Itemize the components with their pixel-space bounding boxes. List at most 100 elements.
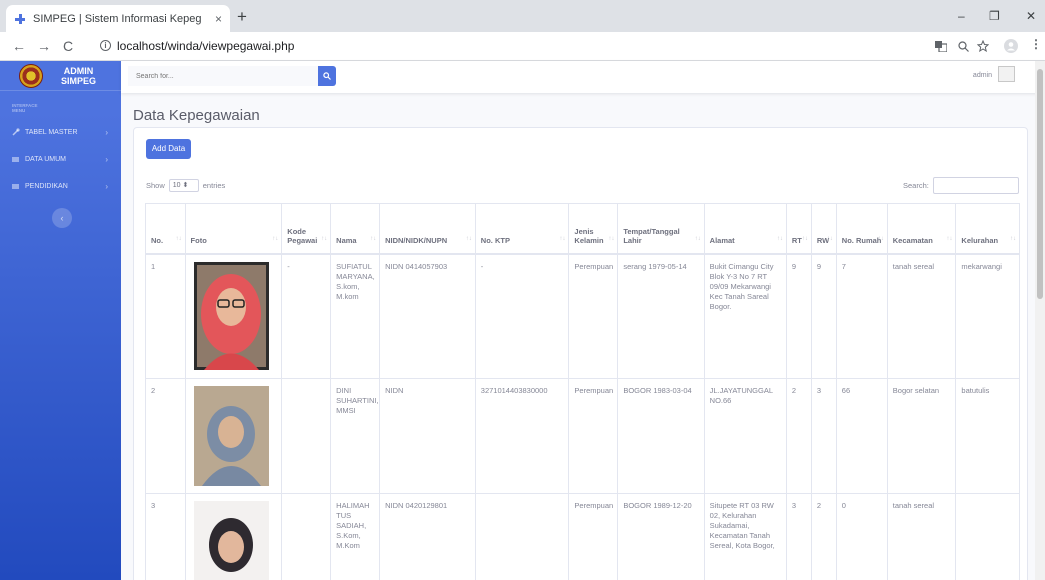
cell-ktp <box>474 493 570 580</box>
sidebar-brand[interactable]: ADMIN SIMPEG <box>0 61 121 91</box>
cell-ttl: BOGOR 1989-12-20 <box>617 493 705 580</box>
cell-rt: 2 <box>785 378 812 494</box>
info-icon[interactable]: i <box>100 40 111 51</box>
column-header[interactable]: No. KTP ↑↓ <box>474 203 570 255</box>
sidebar: ADMIN SIMPEG INTERFACE MENU TABEL MASTER… <box>0 61 121 580</box>
browser-tab[interactable]: SIMPEG | Sistem Informasi Kepeg × <box>6 5 230 32</box>
table-row: 3 HALIMAH TUS SADIAH, S.Kom, M.Kom NIDN … <box>145 493 1020 580</box>
page-scrollbar[interactable] <box>1035 61 1045 580</box>
sidebar-item-label: TABEL MASTER <box>25 128 78 136</box>
search-button[interactable] <box>318 66 336 86</box>
page-title: Data Kepegawaian <box>133 107 260 124</box>
column-header[interactable]: Foto ↑↓ <box>184 203 283 255</box>
sort-icon: ↑↓ <box>272 235 279 242</box>
table-search-input[interactable] <box>933 177 1019 194</box>
tab-close-icon[interactable]: × <box>215 12 222 26</box>
column-header[interactable]: Nama ↑↓ <box>330 203 381 255</box>
cell-rw: 3 <box>810 378 837 494</box>
user-name[interactable]: admin <box>973 72 992 79</box>
browser-tab-bar: SIMPEG | Sistem Informasi Kepeg × + – ❐ … <box>0 0 1045 32</box>
cell-ktp: 3271014403830000 <box>474 378 570 494</box>
column-header[interactable]: NIDN/NIDK/NUPN ↑↓ <box>379 203 476 255</box>
new-tab-icon[interactable]: + <box>237 7 247 27</box>
sort-icon: ↑↓ <box>321 235 328 242</box>
restore-icon[interactable]: ❐ <box>989 9 1000 23</box>
column-header[interactable]: No. Rumah ↑↓ <box>835 203 888 255</box>
cell-nama: DINI SUHARTINI, MMSI <box>330 378 381 494</box>
cell-rt: 9 <box>785 253 812 379</box>
profile-icon[interactable] <box>1004 39 1018 53</box>
topbar-search-input[interactable] <box>128 66 318 86</box>
folder-icon <box>12 183 19 189</box>
cell-nidn: NIDN <box>379 378 476 494</box>
cell-no: 2 <box>145 378 186 494</box>
cell-no-rumah: 7 <box>835 253 888 379</box>
back-icon[interactable]: ← <box>12 38 26 54</box>
cell-kelurahan: batutulis <box>955 378 1020 494</box>
folder-icon <box>12 156 19 162</box>
cell-rw: 2 <box>810 493 837 580</box>
entries-select[interactable]: 10 ⬍ <box>168 179 199 192</box>
sort-icon: ↑↓ <box>370 235 377 242</box>
minimize-icon[interactable]: – <box>958 9 965 23</box>
url-text[interactable]: localhost/winda/viewpegawai.php <box>117 39 294 53</box>
sort-icon: ↑↓ <box>1010 235 1016 242</box>
table-row: 2 DINI SUHARTINI, MMSI NIDN 327101440383… <box>145 378 1020 494</box>
column-header[interactable]: Kelurahan ↑↓ <box>955 203 1020 255</box>
sidebar-heading: INTERFACE MENU <box>0 91 121 113</box>
tab-title: SIMPEG | Sistem Informasi Kepeg <box>33 12 202 25</box>
user-avatar[interactable] <box>998 66 1015 82</box>
bookmark-star-icon[interactable] <box>977 40 989 52</box>
cell-kecamatan: Bogor selatan <box>886 378 957 494</box>
chevron-right-icon: › <box>105 154 108 164</box>
sidebar-item-data-umum[interactable]: DATA UMUM › <box>0 149 121 169</box>
cell-alamat: Situpete RT 03 RW 02, Kelurahan Sukadama… <box>703 493 787 580</box>
scroll-thumb[interactable] <box>1037 69 1043 299</box>
cell-rt: 3 <box>785 493 812 580</box>
chevron-right-icon: › <box>105 181 108 191</box>
sidebar-toggle-button[interactable]: ‹ <box>52 208 72 228</box>
forward-icon[interactable]: → <box>37 38 51 54</box>
sidebar-heading-line2: MENU <box>12 108 26 113</box>
data-card: Add Data Show 10 ⬍ entries Search: No. ↑↓… <box>133 127 1028 580</box>
cell-kode <box>281 378 332 494</box>
sidebar-item-pendidikan[interactable]: PENDIDIKAN › <box>0 176 121 196</box>
cell-nama: SUFIATUL MARYANA, S.kom, M.kom <box>330 253 381 379</box>
menu-dots-icon[interactable]: ⋮ <box>1030 37 1042 51</box>
cell-foto <box>184 493 283 580</box>
column-header[interactable]: No. ↑↓ <box>145 203 186 255</box>
cell-no: 3 <box>145 493 186 580</box>
column-header[interactable]: Kode Pegawai ↑↓ <box>281 203 332 255</box>
table-search-label: Search: <box>903 181 929 190</box>
cell-no: 1 <box>145 253 186 379</box>
cell-foto <box>184 253 283 379</box>
sort-icon: ↑↓ <box>175 235 182 242</box>
sort-icon: ↑↓ <box>946 235 953 242</box>
cell-kecamatan: tanah sereal <box>886 493 957 580</box>
column-header[interactable]: Jenis Kelamin ↑↓ <box>568 203 619 255</box>
add-data-button[interactable]: Add Data <box>146 139 191 159</box>
topbar: admin <box>121 61 1045 93</box>
cell-alamat: Bukit Cimangu City Blok Y-3 No 7 RT 09/0… <box>703 253 787 379</box>
translate-icon[interactable] <box>935 41 947 52</box>
brand-text: ADMIN SIMPEG <box>61 66 96 86</box>
brand-line1: ADMIN <box>63 65 94 76</box>
column-header[interactable]: Alamat ↑↓ <box>703 203 787 255</box>
chevron-right-icon: › <box>105 127 108 137</box>
column-header[interactable]: Kecamatan ↑↓ <box>886 203 957 255</box>
reload-icon[interactable]: C <box>63 38 73 54</box>
column-header[interactable]: RW ↑↓ <box>810 203 837 255</box>
sidebar-item-tabel-master[interactable]: TABEL MASTER › <box>0 122 121 142</box>
close-window-icon[interactable]: ✕ <box>1026 9 1036 23</box>
sort-icon: ↑↓ <box>694 235 701 242</box>
column-header[interactable]: RT ↑↓ <box>785 203 812 255</box>
sidebar-item-label: DATA UMUM <box>25 155 66 163</box>
show-entries: Show 10 ⬍ entries <box>146 179 225 192</box>
brand-line2: SIMPEG <box>61 75 97 86</box>
cell-jenis-kelamin: Perempuan <box>568 378 619 494</box>
column-header[interactable]: Tempat/Tanggal Lahir ↑↓ <box>617 203 705 255</box>
zoom-icon[interactable] <box>958 41 969 52</box>
employee-photo <box>193 386 269 486</box>
cell-kode <box>281 493 332 580</box>
cell-no-rumah: 0 <box>835 493 888 580</box>
